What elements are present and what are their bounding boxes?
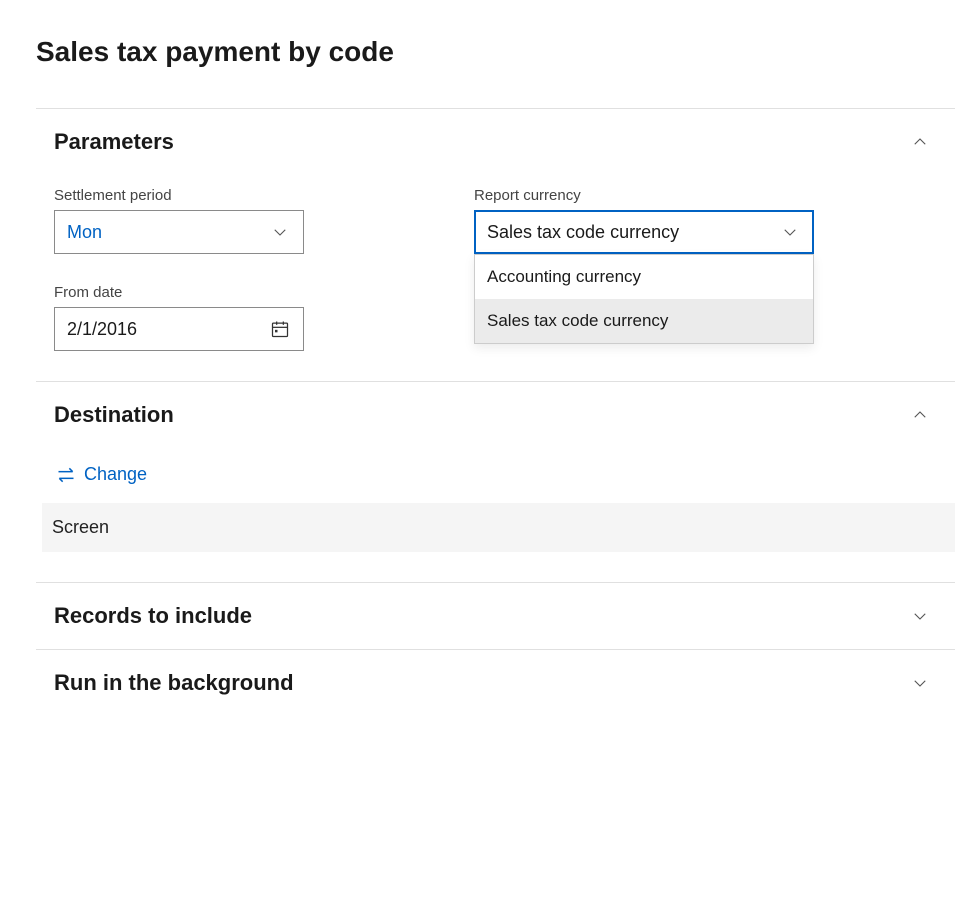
chevron-down-icon bbox=[779, 223, 801, 241]
section-records: Records to include bbox=[36, 582, 955, 649]
section-background: Run in the background bbox=[36, 649, 955, 716]
destination-value: Screen bbox=[42, 503, 955, 552]
settlement-period-label: Settlement period bbox=[54, 187, 474, 204]
chevron-down-icon bbox=[911, 607, 929, 625]
section-header-parameters[interactable]: Parameters bbox=[36, 109, 955, 175]
chevron-up-icon bbox=[911, 133, 929, 151]
chevron-down-icon bbox=[911, 674, 929, 692]
report-currency-value: Sales tax code currency bbox=[487, 222, 779, 243]
chevron-up-icon bbox=[911, 406, 929, 424]
dropdown-option-accounting[interactable]: Accounting currency bbox=[475, 255, 813, 299]
section-header-records[interactable]: Records to include bbox=[36, 583, 955, 649]
section-header-background[interactable]: Run in the background bbox=[36, 650, 955, 716]
section-title: Destination bbox=[54, 402, 174, 428]
page-title: Sales tax payment by code bbox=[36, 36, 955, 68]
section-title: Parameters bbox=[54, 129, 174, 155]
section-header-destination[interactable]: Destination bbox=[36, 382, 955, 448]
report-currency-dropdown: Accounting currency Sales tax code curre… bbox=[474, 254, 814, 344]
settlement-period-select[interactable]: Mon bbox=[54, 210, 304, 254]
change-destination-link[interactable]: Change bbox=[54, 454, 149, 503]
settlement-period-value: Mon bbox=[67, 222, 269, 243]
from-date-input[interactable]: 2/1/2016 bbox=[54, 307, 304, 351]
from-date-value: 2/1/2016 bbox=[67, 319, 269, 340]
report-currency-label: Report currency bbox=[474, 187, 914, 204]
report-currency-select[interactable]: Sales tax code currency bbox=[474, 210, 814, 254]
from-date-label: From date bbox=[54, 284, 474, 301]
section-parameters: Parameters Settlement period Mon From da… bbox=[36, 108, 955, 381]
chevron-down-icon bbox=[269, 223, 291, 241]
section-destination: Destination Change Screen bbox=[36, 381, 955, 582]
dropdown-option-salestax[interactable]: Sales tax code currency bbox=[475, 299, 813, 343]
calendar-icon bbox=[269, 319, 291, 339]
section-title: Records to include bbox=[54, 603, 252, 629]
change-link-label: Change bbox=[84, 464, 147, 485]
section-title: Run in the background bbox=[54, 670, 294, 696]
